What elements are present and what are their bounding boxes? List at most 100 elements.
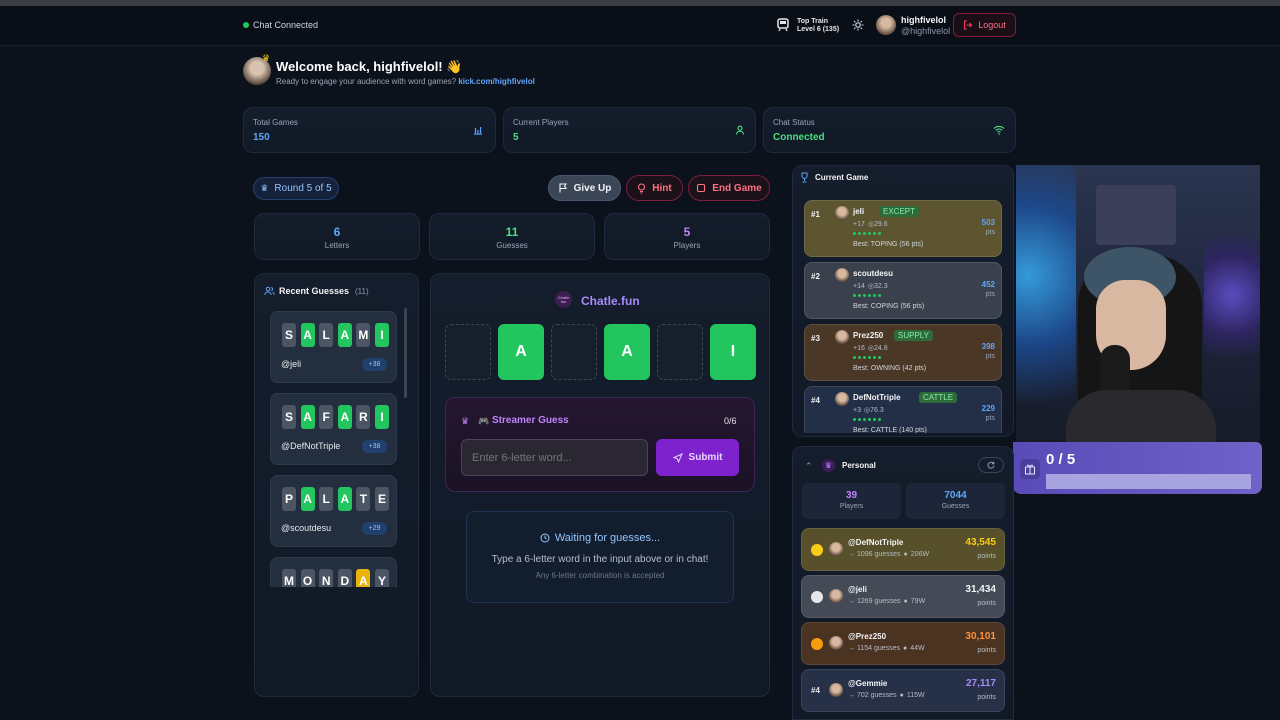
- player-name: DefNotTriple: [853, 393, 901, 402]
- personal-leaderboard-row: @DefNotTriple → 1096 guesses ● 206W 43,545 po…: [801, 528, 1005, 571]
- player-best: Best: TOPING (56 pts): [853, 241, 924, 248]
- user-avatar[interactable]: [876, 15, 896, 35]
- player-progress-dots: [853, 356, 881, 359]
- guess-letter-tile: L: [319, 323, 334, 347]
- guess-points-badge: +38: [362, 358, 387, 371]
- board-tile: [657, 324, 703, 380]
- top-train-badge: Top Train Level 6 (135): [797, 18, 839, 34]
- guess-letter-tile: M: [356, 323, 371, 347]
- current-game-player-row: #4 DefNotTriple CATTLE +3 ◎76.3 Best: CATTLE …: [804, 386, 1002, 433]
- personal-points: 30,101: [965, 631, 996, 642]
- medal-icon: [811, 638, 823, 650]
- refresh-button[interactable]: [978, 457, 1004, 473]
- guess-letter-tile: O: [300, 569, 315, 587]
- guess-letter-tile: A: [356, 569, 371, 587]
- guess-letter-tile: I: [375, 405, 389, 429]
- goal-progress-text: 0 / 5: [1046, 451, 1076, 468]
- medal-icon: [811, 591, 823, 603]
- gamepad-icon: 🎮: [478, 416, 490, 426]
- player-avg: 76.3: [870, 407, 884, 414]
- player-avatar: [835, 392, 849, 406]
- progress-dot: [853, 294, 856, 297]
- waiting-line2: Any 6-letter combination is accepted: [535, 571, 665, 580]
- users-icon: [264, 286, 275, 296]
- user-icon: [735, 125, 745, 135]
- train-level: Level 6: [797, 26, 821, 33]
- progress-dot: [868, 294, 871, 297]
- stat-label: Current Players: [513, 118, 569, 127]
- stat-card-chat-status: Chat Status Connected: [763, 107, 1016, 153]
- top-bar: [0, 6, 1280, 46]
- player-rank: #2: [811, 272, 820, 281]
- refresh-icon: [987, 461, 995, 469]
- players-counter: 5 Players: [604, 213, 770, 260]
- recent-guess-card: S A F A R I @DefNotTriple +38: [270, 393, 397, 465]
- personal-points-label: points: [977, 647, 996, 654]
- progress-dot: [873, 356, 876, 359]
- letters-counter: 6 Letters: [254, 213, 420, 260]
- player-rank: #3: [811, 334, 820, 343]
- gift-icon: [1020, 459, 1040, 479]
- username: highfivelol: [901, 15, 946, 25]
- collapse-chevron-icon[interactable]: ⌃: [805, 461, 813, 472]
- theme-toggle-icon[interactable]: [852, 19, 864, 31]
- player-name: Prez250: [853, 331, 884, 340]
- stop-icon: [696, 183, 706, 193]
- player-rank: #4: [811, 396, 820, 405]
- hint-button[interactable]: Hint: [626, 175, 683, 201]
- personal-points: 31,434: [965, 584, 996, 595]
- submit-button[interactable]: Submit: [656, 439, 739, 476]
- stat-value: 5: [513, 132, 519, 143]
- submit-label: Submit: [688, 452, 723, 463]
- personal-wins: 79W: [910, 598, 926, 605]
- guess-letter-tile: I: [375, 323, 389, 347]
- player-points: 452: [981, 280, 995, 289]
- round-indicator: ♛ Round 5 of 5: [253, 177, 339, 200]
- welcome-heading: Welcome back, highfivelol! 👋: [276, 59, 462, 75]
- personal-guesses: 1154 guesses: [856, 645, 901, 652]
- dot-icon: ●: [903, 598, 908, 605]
- player-points-label: pts: [985, 415, 995, 422]
- guess-letter-tile: A: [300, 487, 315, 511]
- player-points: 398: [981, 342, 995, 351]
- waiting-title: Waiting for guesses...: [554, 532, 661, 544]
- webcam-back-light: [1204, 235, 1260, 355]
- player-current-word-tag: EXCEPT: [879, 206, 920, 217]
- guess-letter-tile: L: [319, 487, 334, 511]
- arrow-icon: →: [848, 692, 857, 699]
- player-plus: 16: [857, 345, 865, 352]
- word-input[interactable]: [461, 439, 648, 476]
- channel-link[interactable]: kick.com/highfivelol: [458, 77, 534, 86]
- end-game-button[interactable]: End Game: [688, 175, 770, 201]
- logout-label: Logout: [978, 20, 1006, 30]
- personal-stats: → 1096 guesses ● 206W: [848, 551, 929, 558]
- give-up-button[interactable]: Give Up: [548, 175, 621, 201]
- logout-button[interactable]: Logout: [953, 13, 1016, 37]
- current-game-player-row: #3 Prez250 SUPPLY +16 ◎24.8 Best: OWNING (42 …: [804, 324, 1002, 381]
- bar-chart-icon: [473, 125, 483, 135]
- clock-icon: [540, 533, 550, 543]
- player-stats: +16 ◎24.8: [853, 344, 888, 352]
- player-name: jeli: [853, 207, 865, 216]
- chat-connected-label: Chat Connected: [253, 20, 319, 30]
- stat-value: Connected: [773, 132, 825, 143]
- stat-card-current-players: Current Players 5: [503, 107, 756, 153]
- trophy-icon: [800, 172, 809, 183]
- player-points-label: pts: [985, 291, 995, 298]
- goal-overlay: 0 / 5: [1013, 442, 1262, 494]
- board-tile: [445, 324, 491, 380]
- board-tile: [551, 324, 597, 380]
- guesses-counter: 11 Guesses: [429, 213, 595, 260]
- guess-username: @scoutdesu: [281, 523, 332, 533]
- welcome-subtitle-row: Ready to engage your audience with word …: [276, 77, 535, 86]
- personal-name: @Gemmie: [848, 679, 888, 688]
- progress-dot: [863, 294, 866, 297]
- player-points-label: pts: [985, 353, 995, 360]
- board-tile: A: [498, 324, 544, 380]
- player-avg: 32.3: [874, 283, 888, 290]
- lightbulb-icon: [637, 182, 646, 194]
- personal-leaderboard-row: @Prez250 → 1154 guesses ● 44W 30,101 points: [801, 622, 1005, 665]
- personal-guesses-stat: 7044 Guesses: [906, 483, 1005, 519]
- guess-letter-tile: D: [337, 569, 352, 587]
- end-game-label: End Game: [712, 182, 762, 194]
